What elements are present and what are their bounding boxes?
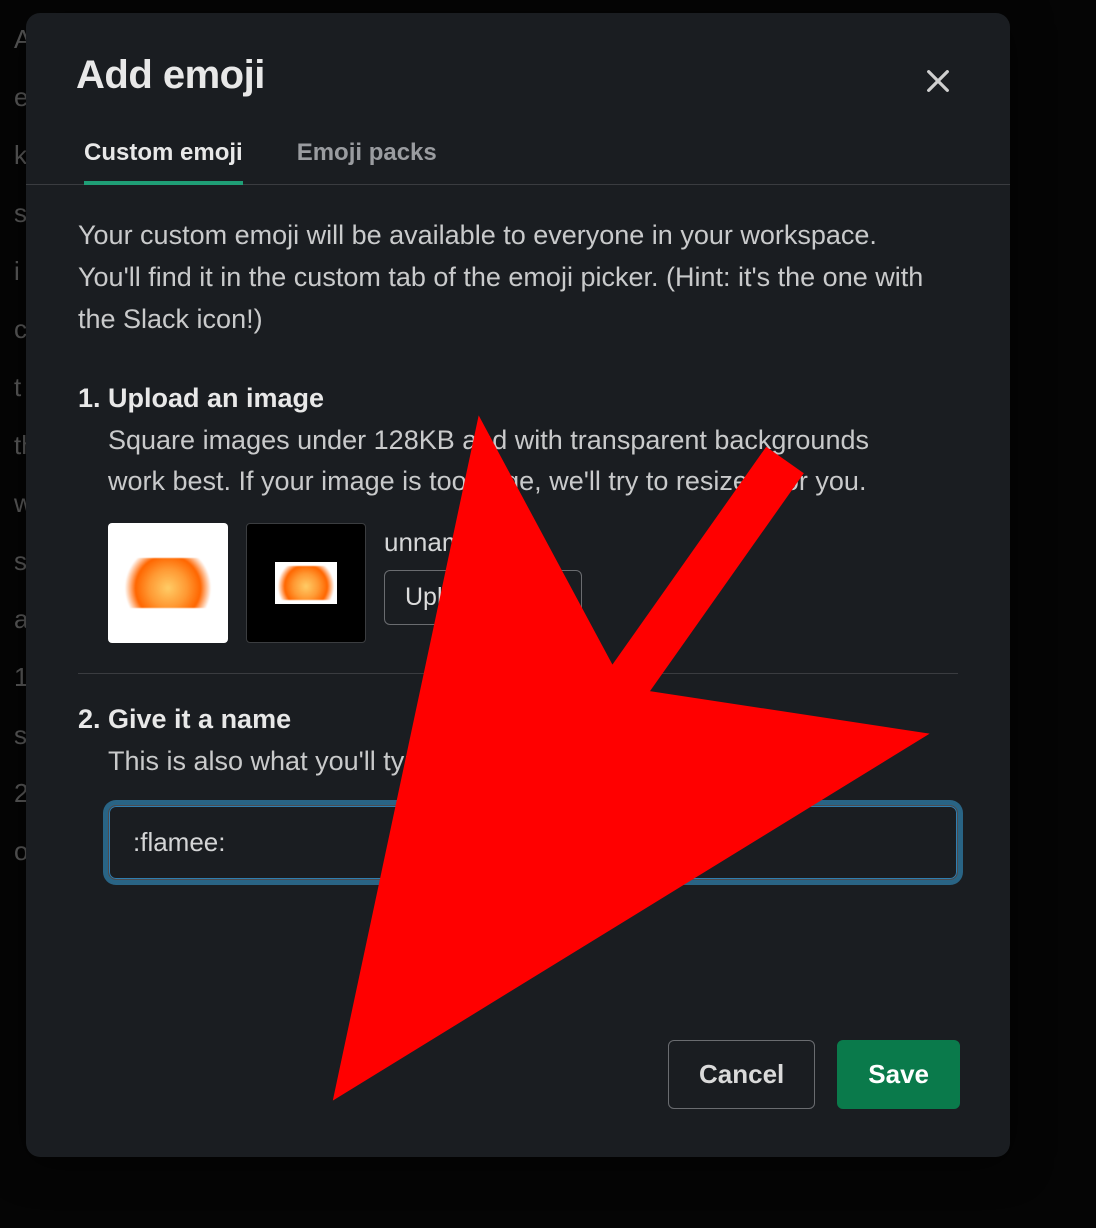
- step2-heading: 2. Give it a name: [78, 704, 958, 735]
- step1-heading: 1. Upload an image: [78, 383, 958, 414]
- close-icon: [922, 65, 954, 97]
- modal-footer: Cancel Save: [26, 1006, 1010, 1157]
- step-upload: 1. Upload an image Square images under 1…: [78, 383, 958, 644]
- intro-text: Your custom emoji will be available to e…: [78, 215, 928, 341]
- cancel-button[interactable]: Cancel: [668, 1040, 815, 1109]
- modal-title: Add emoji: [76, 53, 265, 98]
- modal-header: Add emoji: [26, 13, 1010, 103]
- emoji-preview-light: [108, 523, 228, 643]
- step-name: 2. Give it a name This is also what you'…: [78, 704, 958, 880]
- upload-meta: unnamed.jpg Upload Image: [384, 523, 582, 625]
- save-button[interactable]: Save: [837, 1040, 960, 1109]
- uploaded-filename: unnamed.jpg: [384, 527, 582, 558]
- step1-desc: Square images under 128KB and with trans…: [108, 420, 928, 504]
- modal-body: Your custom emoji will be available to e…: [26, 185, 1010, 1006]
- step2-desc: This is also what you'll type to add thi…: [108, 741, 928, 783]
- tab-custom-emoji[interactable]: Custom emoji: [84, 139, 243, 185]
- emoji-name-input[interactable]: [108, 805, 958, 880]
- divider: [78, 673, 958, 674]
- upload-image-button[interactable]: Upload Image: [384, 570, 582, 625]
- add-emoji-modal: Add emoji Custom emoji Emoji packs Your …: [26, 13, 1010, 1157]
- flame-icon: [275, 562, 337, 604]
- tab-emoji-packs[interactable]: Emoji packs: [297, 139, 437, 184]
- close-button[interactable]: [916, 59, 960, 103]
- emoji-preview-dark: [246, 523, 366, 643]
- upload-row: unnamed.jpg Upload Image: [108, 523, 958, 643]
- tabs: Custom emoji Emoji packs: [26, 103, 1010, 185]
- flame-icon: [123, 558, 213, 608]
